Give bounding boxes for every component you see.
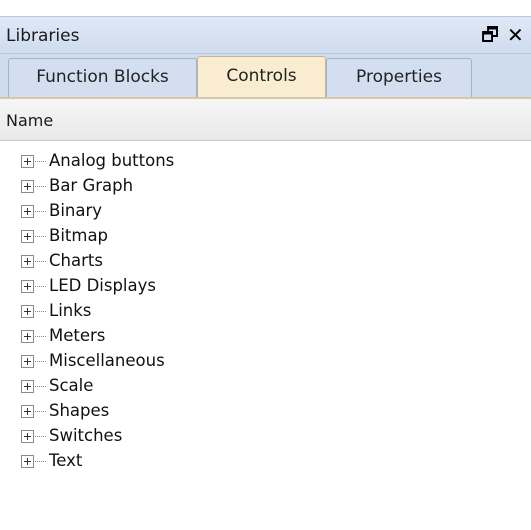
- tree-item-label: Switches: [49, 426, 123, 445]
- tree-connector: [35, 236, 46, 237]
- tab-controls[interactable]: Controls: [197, 56, 326, 98]
- tree-item[interactable]: Charts: [0, 250, 531, 274]
- tree-item-label: Meters: [49, 326, 106, 345]
- tree-item-label: Charts: [49, 251, 103, 270]
- tree-item[interactable]: Bar Graph: [0, 175, 531, 199]
- expand-plus-icon[interactable]: [21, 330, 34, 343]
- tab-properties[interactable]: Properties: [326, 58, 472, 98]
- tree-item[interactable]: Binary: [0, 200, 531, 224]
- tree-connector: [35, 336, 46, 337]
- tab-function-blocks[interactable]: Function Blocks: [8, 58, 197, 98]
- tree-connector: [35, 436, 46, 437]
- library-tree: Analog buttons Bar Graph Binary Bitmap C…: [0, 141, 531, 530]
- expand-plus-icon[interactable]: [21, 355, 34, 368]
- tree-item[interactable]: Analog buttons: [0, 150, 531, 174]
- expand-plus-icon[interactable]: [21, 205, 34, 218]
- tree-item-label: Shapes: [49, 401, 110, 420]
- tree-item[interactable]: Scale: [0, 375, 531, 399]
- pin-icon[interactable]: 🗗: [479, 23, 501, 47]
- expand-plus-icon[interactable]: [21, 455, 34, 468]
- tree-item-label: Bitmap: [49, 226, 109, 245]
- panel-titlebar: Libraries 🗗 ✕: [0, 16, 531, 54]
- top-edge: [0, 0, 531, 16]
- expand-plus-icon[interactable]: [21, 255, 34, 268]
- tree-connector: [35, 461, 46, 462]
- libraries-panel: Libraries 🗗 ✕ Function Blocks Controls P…: [0, 0, 531, 530]
- tree-item[interactable]: Shapes: [0, 400, 531, 424]
- tree-item[interactable]: Miscellaneous: [0, 350, 531, 374]
- expand-plus-icon[interactable]: [21, 305, 34, 318]
- tree-item-label: Miscellaneous: [49, 351, 165, 370]
- tree-item-label: Scale: [49, 376, 94, 395]
- tree-connector: [35, 286, 46, 287]
- tree-item[interactable]: Text: [0, 450, 531, 474]
- tree-connector: [35, 186, 46, 187]
- tree-item[interactable]: Meters: [0, 325, 531, 349]
- tree-connector: [35, 311, 46, 312]
- tree-item-label: LED Displays: [49, 276, 156, 295]
- tree-connector: [35, 261, 46, 262]
- tree-item[interactable]: Bitmap: [0, 225, 531, 249]
- tree-connector: [35, 361, 46, 362]
- panel-title: Libraries: [6, 26, 80, 46]
- tree-connector: [35, 386, 46, 387]
- expand-plus-icon[interactable]: [21, 405, 34, 418]
- tree-item-label: Bar Graph: [49, 176, 134, 195]
- expand-plus-icon[interactable]: [21, 430, 34, 443]
- tree-item-label: Text: [49, 451, 83, 470]
- expand-plus-icon[interactable]: [21, 180, 34, 193]
- expand-plus-icon[interactable]: [21, 280, 34, 293]
- expand-plus-icon[interactable]: [21, 230, 34, 243]
- tree-item-label: Analog buttons: [49, 151, 175, 170]
- tree-item[interactable]: LED Displays: [0, 275, 531, 299]
- tab-strip: Function Blocks Controls Properties: [0, 54, 531, 98]
- column-header-name[interactable]: Name: [0, 99, 531, 141]
- tree-connector: [35, 411, 46, 412]
- tree-item-label: Binary: [49, 201, 103, 220]
- close-icon[interactable]: ✕: [507, 23, 531, 47]
- tree-connector: [35, 161, 46, 162]
- tree-connector: [35, 211, 46, 212]
- tree-item[interactable]: Links: [0, 300, 531, 324]
- column-header-label: Name: [6, 111, 54, 130]
- tree-item-label: Links: [49, 301, 92, 320]
- tree-item[interactable]: Switches: [0, 425, 531, 449]
- expand-plus-icon[interactable]: [21, 380, 34, 393]
- expand-plus-icon[interactable]: [21, 155, 34, 168]
